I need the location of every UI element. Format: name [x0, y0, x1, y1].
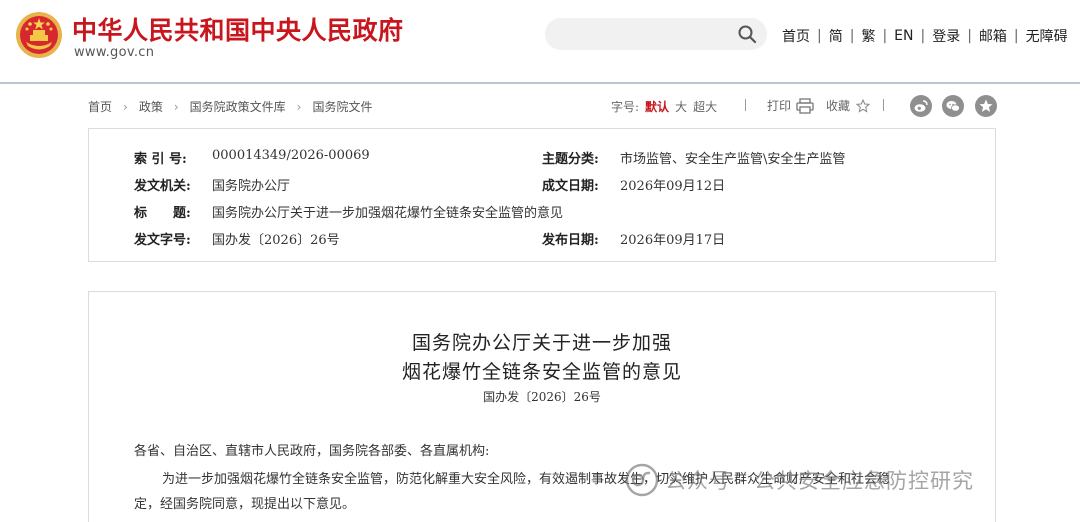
font-size-large-option[interactable]: 大	[675, 98, 687, 115]
wechat-icon	[946, 101, 960, 112]
search-input[interactable]	[559, 23, 729, 45]
nav-separator: |	[920, 28, 926, 44]
national-emblem-icon[interactable]	[14, 10, 64, 60]
article-title-line-1: 国务院办公厅关于进一步加强	[411, 332, 672, 354]
document-metadata-panel: 索 引 号: 000014349/2026-00069 主题分类: 市场监管、安…	[88, 128, 996, 262]
wechat-share-button[interactable]	[942, 95, 964, 117]
article-doc-number: 国办发〔2026〕26号	[483, 390, 601, 404]
watermark: 公众号 · 公共安全应急防控研究	[625, 463, 974, 497]
star-icon	[856, 98, 871, 113]
chevron-right-icon: ›	[296, 99, 302, 114]
article-paragraph-1-line-2: 定，经国务院同意，现提出以下意见。	[134, 497, 356, 512]
nav-separator: |	[849, 28, 855, 44]
nav-home-link[interactable]: 首页	[782, 26, 810, 46]
meta-index-value: 000014349/2026-00069	[212, 148, 370, 163]
meta-created-value: 2026年09月12日	[620, 179, 726, 194]
toolbar-divider	[883, 99, 884, 111]
meta-index-label: 索 引 号:	[134, 152, 187, 167]
meta-created-row: 成文日期: 2026年09月12日	[542, 175, 725, 194]
favorite-label: 收藏	[826, 99, 851, 113]
meta-docno-row: 发文字号: 国办发〔2026〕26号	[134, 229, 340, 248]
header-divider	[0, 82, 1080, 84]
watermark-text: 公众号 · 公共安全应急防控研究	[665, 469, 975, 493]
meta-docno-value: 国办发〔2026〕26号	[212, 233, 340, 248]
article-salutation: 各省、自治区、直辖市人民政府，国务院各部委、各直属机构:	[134, 444, 490, 459]
nav-traditional-link[interactable]: 繁	[861, 26, 875, 46]
site-url[interactable]: www.gov.cn	[74, 45, 154, 60]
top-nav: 首页 | 简 | 繁 | EN | 登录 | 邮箱 | 无障碍	[782, 26, 1068, 46]
site-title[interactable]: 中华人民共和国中央人民政府	[72, 11, 404, 47]
meta-docno-label: 发文字号:	[134, 233, 191, 248]
meta-issuer-label: 发文机关:	[134, 179, 191, 194]
nav-separator: |	[882, 28, 888, 44]
favorite-button[interactable]: 收藏	[826, 97, 871, 114]
breadcrumb-home[interactable]: 首页	[88, 98, 112, 115]
meta-issuer-row: 发文机关: 国务院办公厅	[134, 175, 290, 194]
breadcrumb: 首页 › 政策 › 国务院政策文件库 › 国务院文件	[88, 98, 373, 115]
toolbar-divider	[745, 99, 746, 111]
weibo-share-button[interactable]	[910, 95, 932, 117]
breadcrumb-policy[interactable]: 政策	[139, 98, 163, 115]
print-label: 打印	[767, 99, 792, 113]
nav-login-link[interactable]: 登录	[932, 26, 960, 46]
nav-simplified-link[interactable]: 简	[829, 26, 843, 46]
nav-mail-link[interactable]: 邮箱	[979, 26, 1007, 46]
breadcrumb-state-council-docs[interactable]: 国务院文件	[312, 98, 372, 115]
site-header: 中华人民共和国中央人民政府 www.gov.cn 首页 | 简 | 繁 | EN…	[0, 0, 1080, 82]
weibo-icon	[914, 100, 928, 112]
wechat-official-icon	[625, 463, 659, 497]
chevron-right-icon: ›	[123, 99, 128, 114]
nav-separator: |	[1013, 28, 1019, 44]
printer-icon	[796, 97, 814, 114]
meta-category-value: 市场监管、安全生产监管\安全生产监管	[620, 152, 846, 167]
meta-issuer-value: 国务院办公厅	[212, 179, 291, 194]
meta-published-label: 发布日期:	[542, 233, 599, 248]
nav-english-link[interactable]: EN	[894, 28, 913, 44]
qzone-icon	[979, 99, 993, 112]
meta-title-value: 国务院办公厅关于进一步加强烟花爆竹全链条安全监管的意见	[212, 206, 564, 221]
font-size-switcher: 字号: 默认 大 超大	[611, 98, 717, 115]
breadcrumb-policy-library[interactable]: 国务院政策文件库	[190, 98, 286, 115]
meta-title-row: 标 题: 国务院办公厅关于进一步加强烟花爆竹全链条安全监管的意见	[134, 202, 563, 221]
meta-category-label: 主题分类:	[542, 152, 599, 167]
meta-published-row: 发布日期: 2026年09月17日	[542, 229, 725, 248]
nav-accessibility-link[interactable]: 无障碍	[1026, 26, 1068, 46]
search-icon[interactable]	[737, 24, 757, 44]
font-size-default-option[interactable]: 默认	[645, 98, 669, 115]
chevron-right-icon: ›	[173, 99, 179, 114]
meta-created-label: 成文日期:	[542, 179, 599, 194]
font-size-label: 字号:	[611, 100, 640, 114]
nav-separator: |	[817, 28, 822, 44]
search-box	[545, 18, 767, 50]
meta-category-row: 主题分类: 市场监管、安全生产监管\安全生产监管	[542, 148, 845, 167]
font-size-xlarge-option[interactable]: 超大	[693, 98, 717, 115]
nav-separator: |	[967, 28, 972, 44]
meta-published-value: 2026年09月17日	[620, 233, 726, 248]
qzone-share-button[interactable]	[975, 95, 997, 117]
article-title-line-2: 烟花爆竹全链条安全监管的意见	[401, 361, 682, 383]
meta-title-label: 标 题:	[134, 206, 191, 221]
print-button[interactable]: 打印	[767, 97, 814, 114]
meta-index-row: 索 引 号: 000014349/2026-00069	[134, 148, 370, 167]
